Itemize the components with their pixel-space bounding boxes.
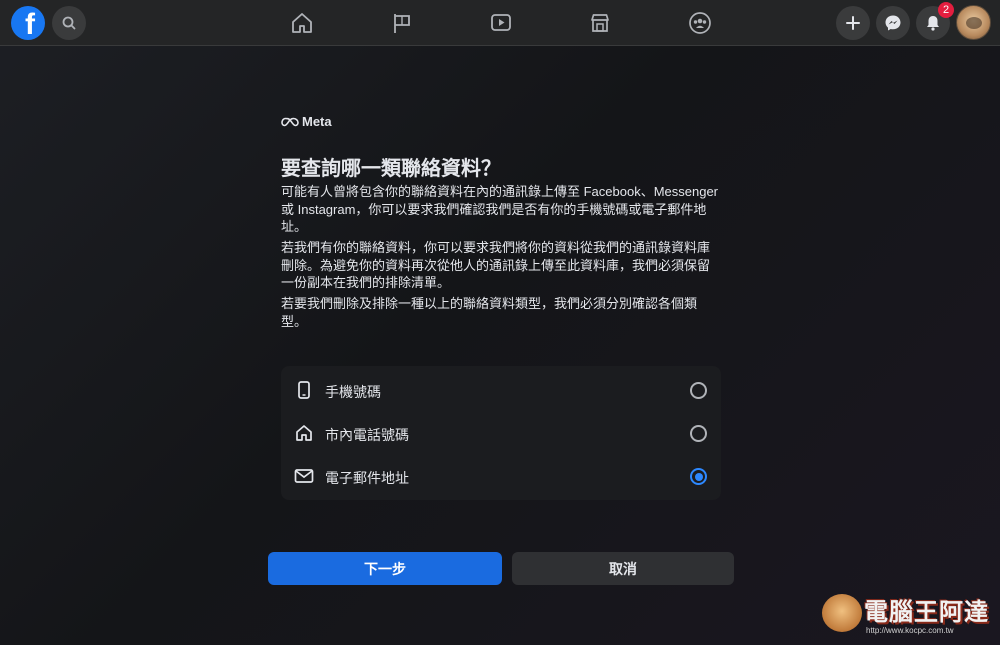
radio-mobile-number[interactable] [690,382,707,399]
bell-icon [927,16,939,31]
flag-icon [394,14,410,33]
description-paragraph-1: 可能有人曾將包含你的聯絡資料在內的通訊錄上傳至 Facebook、Messeng… [281,184,719,234]
top-navigation-bar: f 2 [0,0,1000,46]
nav-watch[interactable] [487,9,515,37]
nav-home[interactable] [288,9,316,37]
option-label: 市內電話號碼 [325,427,409,443]
meta-infinity-icon [281,117,299,126]
watermark-text: 電腦王阿達 [864,598,989,626]
contact-type-options: 手機號碼 市內電話號碼 電子郵件地址 [281,366,721,500]
cancel-button[interactable]: 取消 [512,552,734,585]
home-icon [292,13,312,33]
option-email-address[interactable]: 電子郵件地址 [281,454,721,497]
meta-logo: Meta [281,114,332,129]
home-icon [294,423,314,443]
next-button[interactable]: 下一步 [268,552,502,585]
meta-brand-label: Meta [302,114,332,129]
option-mobile-number[interactable]: 手機號碼 [281,368,721,411]
nav-groups[interactable] [686,9,714,37]
search-icon [62,16,76,30]
messenger-icon [885,15,901,31]
nav-pages[interactable] [388,9,416,37]
page-title: 要查詢哪一類聯絡資料？ [281,158,501,180]
create-button[interactable] [836,6,870,40]
mail-icon [294,466,314,486]
option-label: 電子郵件地址 [325,470,409,486]
marketplace-icon [591,14,609,32]
description-paragraph-3: 若要我們刪除及排除一種以上的聯絡資料類型，我們必須分別確認各個類型。 [281,296,698,329]
search-button[interactable] [52,6,86,40]
radio-landline-number[interactable] [690,425,707,442]
avatar[interactable] [956,5,991,40]
messenger-button[interactable] [876,6,910,40]
radio-email-address[interactable] [690,468,707,485]
option-landline-number[interactable]: 市內電話號碼 [281,411,721,454]
watermark-url: http://www.kocpc.com.tw [866,626,954,635]
video-icon [491,14,511,31]
watermark-mascot-icon [822,594,862,632]
description-paragraph-2: 若我們有你的聯絡資料，你可以要求我們將你的資料從我們的通訊錄資料庫刪除。為避免你… [281,240,711,290]
facebook-logo[interactable]: f [11,6,45,40]
groups-icon [689,12,711,34]
nav-marketplace[interactable] [586,9,614,37]
notification-badge: 2 [938,2,954,18]
plus-icon [846,16,860,30]
phone-icon [294,380,314,400]
watermark: 電腦王阿達 http://www.kocpc.com.tw [822,590,992,638]
option-label: 手機號碼 [325,384,381,400]
